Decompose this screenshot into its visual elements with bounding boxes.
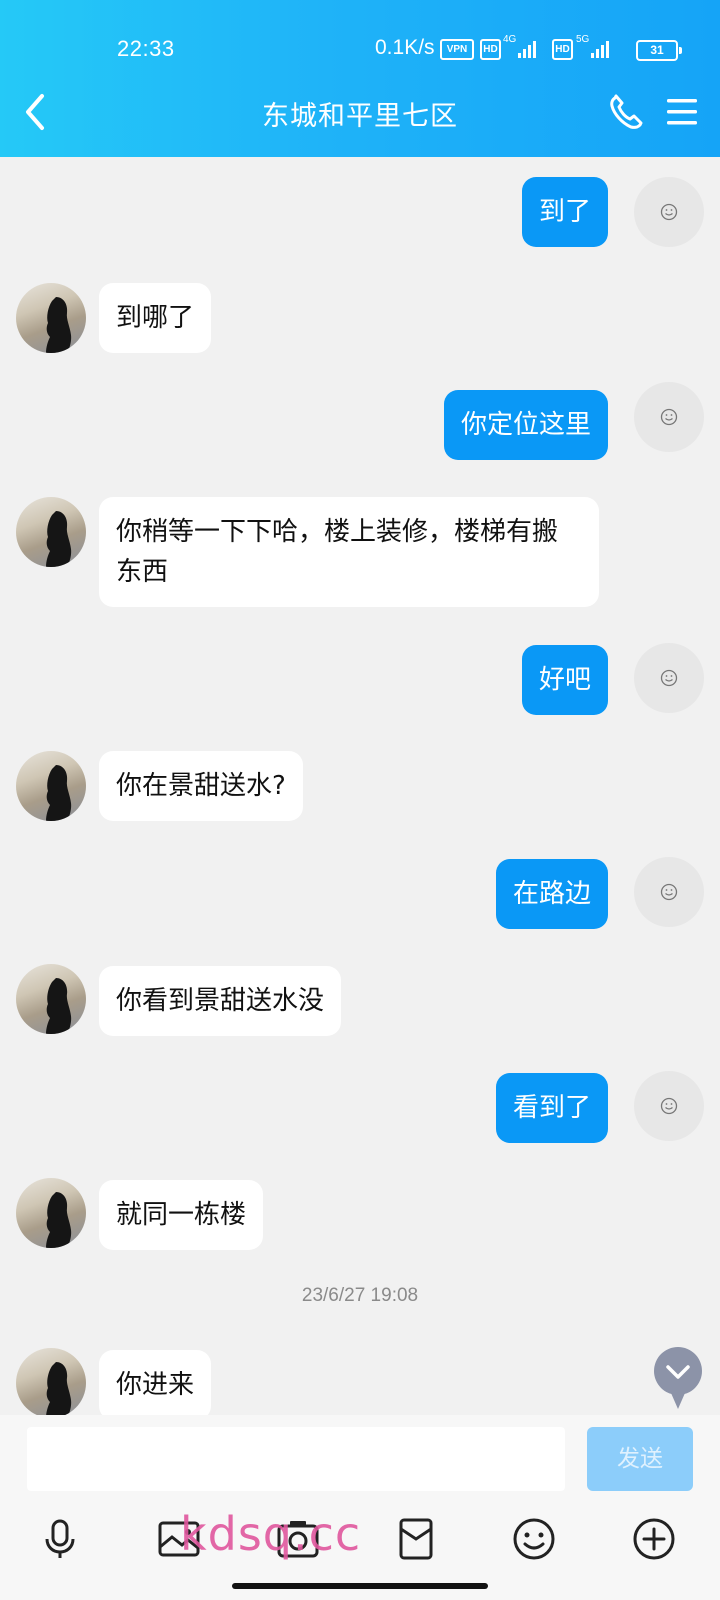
message-row: 就同一栋楼 xyxy=(0,1178,720,1252)
menu-button[interactable] xyxy=(662,92,702,132)
microphone-icon xyxy=(45,1519,75,1558)
send-button[interactable]: 发送 xyxy=(587,1427,693,1491)
contact-avatar[interactable] xyxy=(16,1178,86,1248)
network-speed: 0.1K/s xyxy=(375,36,435,59)
received-message-bubble[interactable]: 你进来 xyxy=(99,1350,212,1415)
my-avatar[interactable] xyxy=(634,643,704,713)
home-indicator[interactable] xyxy=(232,1583,488,1589)
vpn-badge: VPN xyxy=(440,39,474,60)
message-row: 你稍等一下下哈，楼上装修，楼梯有搬东西 xyxy=(0,497,720,609)
call-button[interactable] xyxy=(606,90,646,134)
signal-4g-icon: 4G xyxy=(503,34,536,60)
smiley-icon xyxy=(660,1097,678,1115)
message-row: 你在景甜送水? xyxy=(0,751,720,823)
smiley-icon xyxy=(660,883,678,901)
voice-button[interactable] xyxy=(36,1515,84,1563)
red-packet-button[interactable] xyxy=(392,1515,440,1563)
back-button[interactable] xyxy=(18,90,58,134)
phone-icon xyxy=(610,94,643,129)
plus-icon xyxy=(633,1518,675,1560)
contact-avatar[interactable] xyxy=(16,751,86,821)
menu-icon xyxy=(667,99,697,125)
message-row: 你进来 xyxy=(0,1348,720,1415)
status-bar: 22:33 0.1K/s VPN HD 4G HD 5G 31 xyxy=(0,26,720,72)
status-time: 22:33 xyxy=(117,36,175,61)
my-avatar[interactable] xyxy=(634,177,704,247)
my-avatar[interactable] xyxy=(634,1071,704,1141)
received-message-bubble[interactable]: 你看到景甜送水没 xyxy=(99,966,342,1036)
sent-message-bubble[interactable]: 到了 xyxy=(521,177,608,247)
received-message-bubble[interactable]: 你在景甜送水? xyxy=(99,751,303,821)
message-row: 你看到景甜送水没 xyxy=(0,964,720,1038)
smiley-icon xyxy=(660,203,678,221)
received-message-bubble[interactable]: 到哪了 xyxy=(99,283,212,353)
smiley-icon xyxy=(660,408,678,426)
message-timestamp: 23/6/27 19:08 xyxy=(301,1285,419,1306)
message-row: 在路边 xyxy=(0,857,720,931)
message-input[interactable] xyxy=(27,1427,565,1491)
received-message-bubble[interactable]: 就同一栋楼 xyxy=(99,1180,264,1250)
silhouette-icon xyxy=(46,765,72,821)
emoji-button[interactable] xyxy=(510,1515,558,1563)
network-type-label: 5G xyxy=(576,34,590,45)
scroll-to-bottom-button[interactable] xyxy=(654,1347,702,1409)
emoji-icon xyxy=(513,1518,555,1560)
sent-message-bubble[interactable]: 你定位这里 xyxy=(443,390,608,460)
chat-title: 东城和平里七区 xyxy=(262,101,458,132)
message-row: 到哪了 xyxy=(0,283,720,355)
my-avatar[interactable] xyxy=(634,382,704,452)
message-list[interactable]: 到了 到哪了 你定位这里 你稍等一下下哈，楼上装修，楼梯有搬东西 好吧 你在景甜… xyxy=(0,157,720,1415)
battery-icon: 31 xyxy=(636,40,682,61)
hd-badge: HD xyxy=(480,39,501,60)
chevron-down-icon xyxy=(666,1365,690,1409)
silhouette-icon xyxy=(46,511,72,567)
sent-message-bubble[interactable]: 在路边 xyxy=(495,859,608,929)
contact-avatar[interactable] xyxy=(16,283,86,353)
message-row: 你定位这里 xyxy=(0,382,720,462)
received-message-bubble[interactable]: 你稍等一下下哈，楼上装修，楼梯有搬东西 xyxy=(99,497,599,607)
message-row: 看到了 xyxy=(0,1071,720,1145)
hd-badge: HD xyxy=(552,39,573,60)
message-row: 好吧 xyxy=(0,643,720,717)
red-packet-icon xyxy=(399,1518,433,1560)
silhouette-icon xyxy=(46,978,72,1034)
contact-avatar[interactable] xyxy=(16,964,86,1034)
network-type-label: 4G xyxy=(503,34,517,45)
signal-5g-icon: 5G xyxy=(576,34,609,60)
silhouette-icon xyxy=(46,1192,72,1248)
silhouette-icon xyxy=(46,297,72,353)
chevron-left-icon xyxy=(26,94,44,130)
silhouette-icon xyxy=(46,1362,72,1415)
watermark-text: kdsq.cc xyxy=(180,1507,362,1561)
more-button[interactable] xyxy=(630,1515,678,1563)
message-row: 到了 xyxy=(0,177,720,249)
contact-avatar[interactable] xyxy=(16,1348,86,1415)
chat-header: 22:33 0.1K/s VPN HD 4G HD 5G 31 东城和平里七区 xyxy=(0,0,720,157)
contact-avatar[interactable] xyxy=(16,497,86,567)
sent-message-bubble[interactable]: 看到了 xyxy=(495,1073,608,1143)
my-avatar[interactable] xyxy=(634,857,704,927)
smiley-icon xyxy=(660,669,678,687)
sent-message-bubble[interactable]: 好吧 xyxy=(521,645,608,715)
